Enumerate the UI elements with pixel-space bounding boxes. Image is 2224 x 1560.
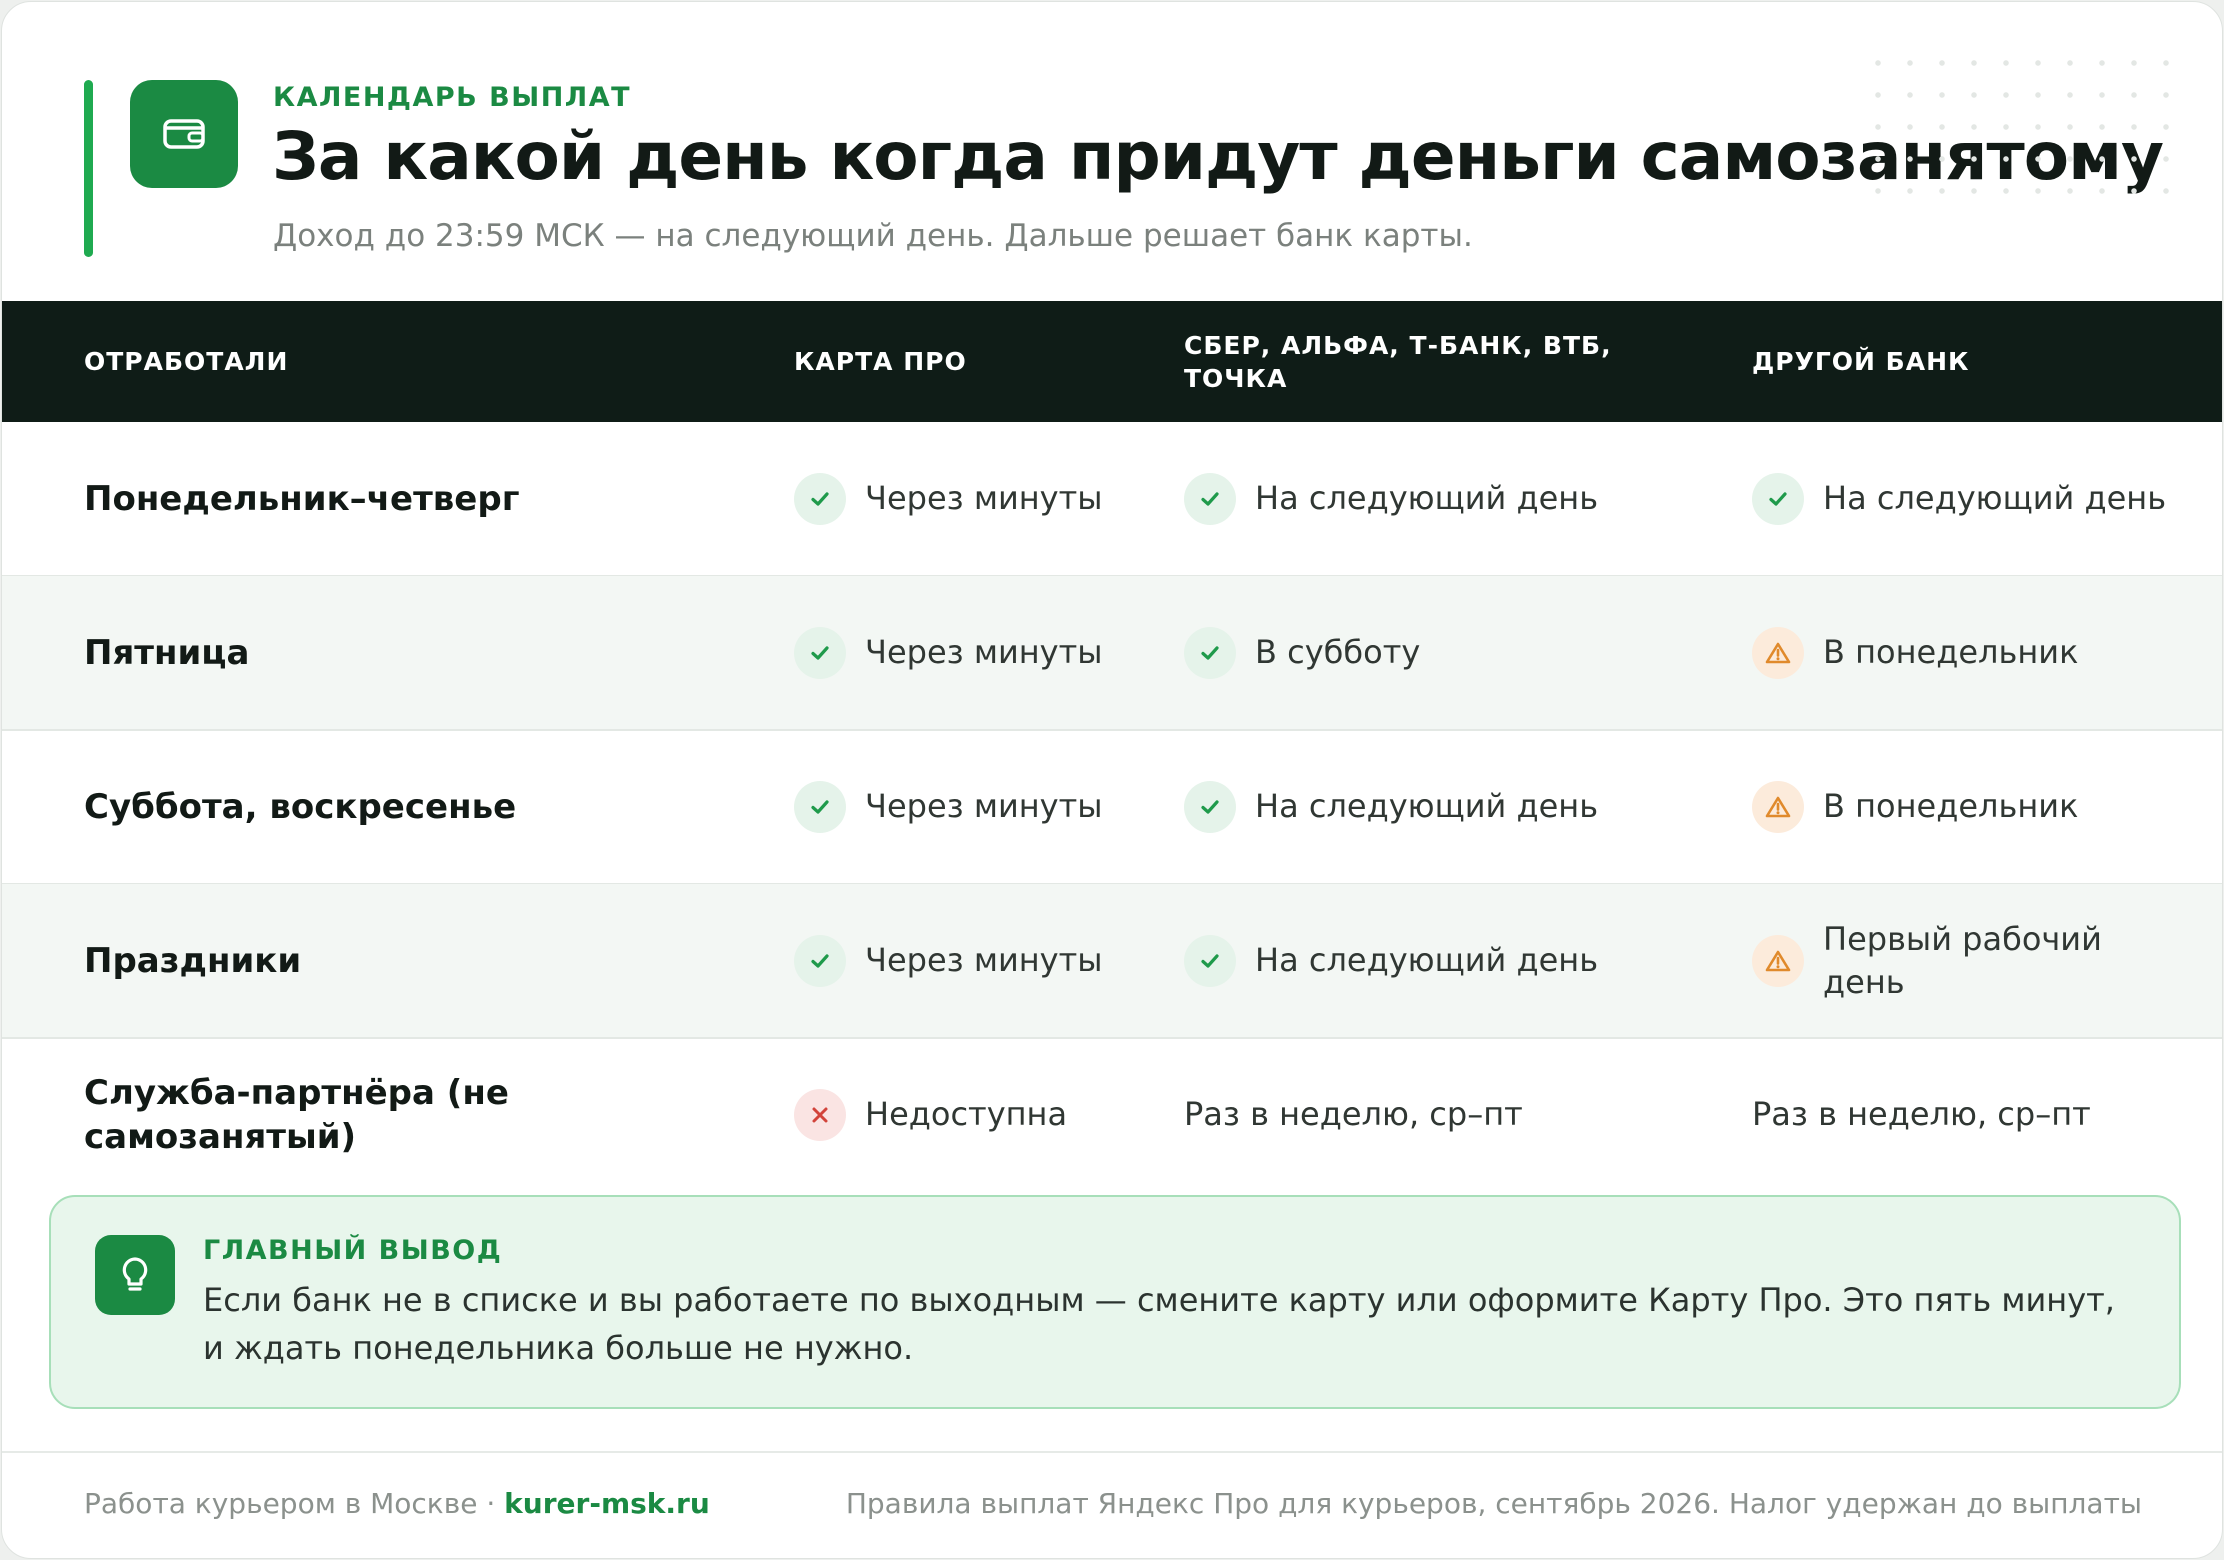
- cross-icon: [794, 1088, 846, 1141]
- footer-divider: [2, 1451, 2222, 1453]
- check-icon: [794, 780, 846, 833]
- column-header-card-pro: КАРТА ПРО: [794, 347, 967, 376]
- table-cell: На следующий день: [1184, 422, 1724, 575]
- check-icon: [1184, 626, 1236, 679]
- table-cell: Через минуты: [794, 884, 1124, 1037]
- table-cell: В понедельник: [1752, 730, 2192, 883]
- column-header-worked: ОТРАБОТАЛИ: [84, 347, 289, 376]
- cell-text: На следующий день: [1255, 787, 1599, 825]
- table-row: Пятница Через минуты В субботу В понедельни…: [2, 576, 2222, 731]
- row-label: Суббота, воскресенье: [84, 786, 517, 827]
- cell-text: На следующий день: [1823, 479, 2167, 517]
- cell-text: Через минуты: [865, 479, 1103, 517]
- table-cell: Через минуты: [794, 730, 1124, 883]
- table-cell: Через минуты: [794, 576, 1124, 729]
- table-header: ОТРАБОТАЛИ КАРТА ПРО СБЕР, АЛЬФА, Т-БАНК…: [2, 301, 2222, 422]
- footer-left-text: Работа курьером в Москве ·: [84, 1487, 505, 1520]
- cell-text: Недоступна: [865, 1095, 1068, 1133]
- warning-icon: [1752, 780, 1804, 833]
- cell-text: Через минуты: [865, 633, 1103, 671]
- row-label: Пятница: [84, 632, 250, 673]
- table-cell: Раз в неделю, ср–пт: [1752, 1038, 2192, 1191]
- table-cell: В субботу: [1184, 576, 1724, 729]
- warning-icon: [1752, 626, 1804, 679]
- table-row: Служба-партнёра (не самозанятый) Недоступ…: [2, 1038, 2222, 1191]
- row-label: Праздники: [84, 940, 302, 981]
- cell-text: В субботу: [1255, 633, 1421, 671]
- cell-text: На следующий день: [1255, 941, 1599, 979]
- check-icon: [1184, 472, 1236, 525]
- footer-note: Правила выплат Яндекс Про для курьеров, …: [845, 1487, 2142, 1520]
- conclusion-label: ГЛАВНЫЙ ВЫВОД: [203, 1235, 503, 1266]
- payout-calendar-card: КАЛЕНДАРЬ ВЫПЛАТ За какой день когда при…: [1, 1, 2223, 1559]
- table-cell: Первый рабочий день: [1752, 884, 2192, 1037]
- footer-source: Работа курьером в Москве · kurer-msk.ru: [84, 1487, 710, 1520]
- table-cell: На следующий день: [1184, 884, 1724, 1037]
- accent-bar: [84, 80, 93, 257]
- table-cell: В понедельник: [1752, 576, 2192, 729]
- table-cell: Раз в неделю, ср–пт: [1184, 1038, 1724, 1191]
- conclusion-text: Если банк не в списке и вы работаете по …: [203, 1281, 2115, 1367]
- cell-text: Через минуты: [865, 787, 1103, 825]
- conclusion-box: ГЛАВНЫЙ ВЫВОД Если банк не в списке и вы…: [49, 1195, 2181, 1409]
- table-cell: На следующий день: [1752, 422, 2192, 575]
- check-icon: [1184, 780, 1236, 833]
- page-subtitle: Доход до 23:59 МСК — на следующий день. …: [273, 218, 1473, 254]
- check-icon: [1752, 472, 1804, 525]
- decorative-dots: [1862, 47, 2172, 197]
- check-icon: [794, 626, 846, 679]
- cell-text: Раз в неделю, ср–пт: [1752, 1095, 2091, 1133]
- table-cell: На следующий день: [1184, 730, 1724, 883]
- table-cell: Через минуты: [794, 422, 1124, 575]
- check-icon: [794, 934, 846, 987]
- check-icon: [1184, 934, 1236, 987]
- column-header-other-bank: ДРУГОЙ БАНК: [1752, 347, 1970, 376]
- table-row: Понедельник–четверг Через минуты На следую…: [2, 422, 2222, 577]
- table-row: Суббота, воскресенье Через минуты На следу…: [2, 730, 2222, 885]
- cell-text: Раз в неделю, ср–пт: [1184, 1095, 1523, 1133]
- cell-text: На следующий день: [1255, 479, 1599, 517]
- table-cell: Недоступна: [794, 1038, 1124, 1191]
- column-header-major-banks: СБЕР, АЛЬФА, Т-БАНК, ВТБ, ТОЧКА: [1184, 330, 1612, 393]
- cell-text: Через минуты: [865, 941, 1103, 979]
- section-eyebrow: КАЛЕНДАРЬ ВЫПЛАТ: [273, 82, 632, 113]
- warning-icon: [1752, 934, 1804, 987]
- cell-text: В понедельник: [1823, 633, 2079, 671]
- wallet-icon: [130, 80, 238, 188]
- cell-text: Первый рабочий день: [1823, 919, 2102, 1001]
- check-icon: [794, 472, 846, 525]
- site-link[interactable]: kurer-msk.ru: [504, 1487, 710, 1520]
- lightbulb-icon: [95, 1235, 175, 1315]
- row-label: Служба-партнёра (не самозанятый): [84, 1072, 509, 1157]
- row-label: Понедельник–четверг: [84, 478, 520, 519]
- cell-text: В понедельник: [1823, 787, 2079, 825]
- table-row: Праздники Через минуты На следующий день Пе…: [2, 884, 2222, 1039]
